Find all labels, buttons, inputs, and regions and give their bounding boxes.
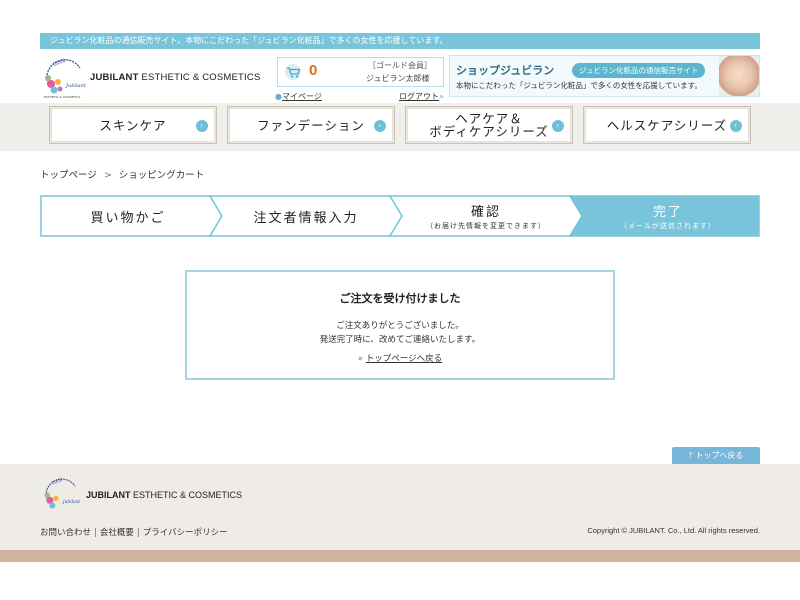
logout-link[interactable]: ログアウト»: [399, 91, 444, 102]
order-complete-title: ご注文を受け付けました: [339, 292, 461, 305]
person-icon: ●: [275, 92, 282, 101]
cart-count: 0: [309, 62, 318, 79]
footer-brand-bold: JUBILANT: [86, 490, 131, 500]
nav-haircare-label: ヘアケア＆ ボディケアシリーズ: [429, 112, 549, 138]
footer-brand-name: JUBILANT ESTHETIC & COSMETICS: [86, 490, 242, 500]
back-to-top-link-row: » トップページへ戻る: [187, 352, 613, 364]
footer-links: お問い合わせ | 会社概要 | プライバシーポリシー: [40, 526, 228, 538]
banner-model-image: [719, 56, 759, 96]
shop-banner[interactable]: ショップジュビラン ジュビラン化粧品の通信販売サイト 本物にこだわった「ジュビラ…: [449, 55, 760, 97]
logout-label: ログアウト: [399, 92, 439, 101]
step-complete-sub: （メールが送信されます）: [620, 222, 716, 230]
footer-link-privacy[interactable]: プライバシーポリシー: [143, 528, 228, 538]
svg-text:2000: 2000: [53, 58, 67, 68]
brand-name: JUBILANT ESTHETIC & COSMETICS: [90, 72, 260, 83]
order-complete-message-1: ご注文ありがとうございました。: [336, 321, 464, 331]
logo-emblem-icon: 2000 Jubilant ESTHETIC & COSMETICS: [44, 58, 87, 99]
banner-description: 本物にこだわった「ジュビラン化粧品」で多くの女性を応援しています。: [456, 81, 702, 90]
svg-text:Jubilant: Jubilant: [65, 83, 87, 89]
nav-haircare-bodycare[interactable]: ヘアケア＆ ボディケアシリーズ ›: [405, 106, 573, 144]
nav-foundation-label: ファンデーション: [257, 117, 365, 133]
svg-text:ESTHETIC & COSMETICS: ESTHETIC & COSMETICS: [44, 95, 80, 99]
breadcrumb-separator: >: [103, 170, 112, 181]
page-top-label: トップへ戻る: [695, 451, 744, 460]
member-name: ジュビラン太郎様: [366, 74, 430, 83]
double-chevron-icon: »: [357, 354, 364, 364]
nav-haircare-label-line2: ボディケアシリーズ: [429, 124, 549, 139]
chevron-right-icon: ›: [730, 120, 742, 132]
mypage-link[interactable]: ●マイページ: [275, 91, 322, 102]
step-complete-label: 完了: [652, 205, 683, 220]
banner-title: ショップジュビラン: [456, 64, 555, 77]
breadcrumb-home[interactable]: トップページ: [40, 170, 97, 181]
step-cart-label: 買い物かご: [90, 210, 166, 226]
banner-tag: ジュビラン化粧品の通信販売サイト: [572, 63, 706, 78]
site-notice: ジュビラン化粧品の通信販売サイト。本物にこだわった「ジュビラン化粧品」で多くの女…: [40, 33, 760, 49]
order-complete-panel: ご注文を受け付けました ご注文ありがとうございました。 発送完了時に、改めてご連…: [185, 270, 615, 380]
copyright: Copyright © JUBILANT. Co., Ltd. All righ…: [587, 526, 760, 535]
member-rank: ［ゴールド会員］: [368, 61, 432, 70]
step-cart: 買い物かご: [40, 195, 216, 237]
brand-name-rest: ESTHETIC & COSMETICS: [138, 72, 261, 83]
step-confirm-label: 確認: [470, 205, 501, 220]
footer-stripe: [0, 550, 800, 562]
nav-skincare[interactable]: スキンケア ›: [49, 106, 217, 144]
chevron-right-icon: ›: [374, 120, 386, 132]
double-chevron-icon: »: [439, 92, 444, 101]
step-confirm: 確認 （お届け先情報を変更できます）: [396, 195, 576, 237]
page-top-button[interactable]: 🡑 トップへ戻る: [672, 447, 760, 464]
shopping-cart-icon: [285, 64, 301, 80]
footer-brand-rest: ESTHETIC & COSMETICS: [130, 490, 243, 500]
arrow-up-icon: 🡑: [688, 451, 693, 460]
cart-summary[interactable]: 0 ［ゴールド会員］ ジュビラン太郎様: [277, 57, 444, 87]
step-customer-info: 注文者情報入力: [216, 195, 396, 237]
footer-separator: |: [94, 528, 97, 538]
chevron-right-icon: ›: [552, 120, 564, 132]
back-to-top-link[interactable]: トップページへ戻る: [366, 354, 442, 364]
nav-skincare-label: スキンケア: [99, 117, 167, 133]
mypage-label: マイページ: [281, 92, 322, 101]
step-confirm-sub: （お届け先情報を変更できます）: [426, 222, 546, 230]
nav-healthcare[interactable]: ヘルスケアシリーズ ›: [583, 106, 751, 144]
step-complete: 完了 （メールが送信されます）: [576, 195, 760, 237]
nav-healthcare-label: ヘルスケアシリーズ: [606, 117, 728, 133]
svg-text:Jubilant: Jubilant: [62, 500, 81, 505]
breadcrumb: トップページ > ショッピングカート: [40, 167, 204, 181]
checkout-steps: 買い物かご 注文者情報入力 確認 （お届け先情報を変更できます） 完了 （メール…: [40, 195, 760, 237]
site-logo[interactable]: 2000 Jubilant ESTHETIC & COSMETICS: [40, 54, 90, 102]
svg-text:2000: 2000: [51, 478, 63, 487]
nav-foundation[interactable]: ファンデーション ›: [227, 106, 395, 144]
footer-link-contact[interactable]: お問い合わせ: [40, 528, 91, 538]
order-complete-message-2: 発送完了時に、改めてご連絡いたします。: [319, 335, 481, 345]
footer-separator: |: [136, 528, 140, 538]
footer-link-company[interactable]: 会社概要: [100, 528, 134, 538]
chevron-right-icon: ›: [196, 120, 208, 132]
brand-name-bold: JUBILANT: [90, 72, 139, 83]
breadcrumb-current: ショッピングカート: [118, 170, 205, 181]
step-customer-info-label: 注文者情報入力: [253, 210, 359, 226]
footer-logo-icon[interactable]: 2000 Jubilant: [40, 474, 84, 516]
